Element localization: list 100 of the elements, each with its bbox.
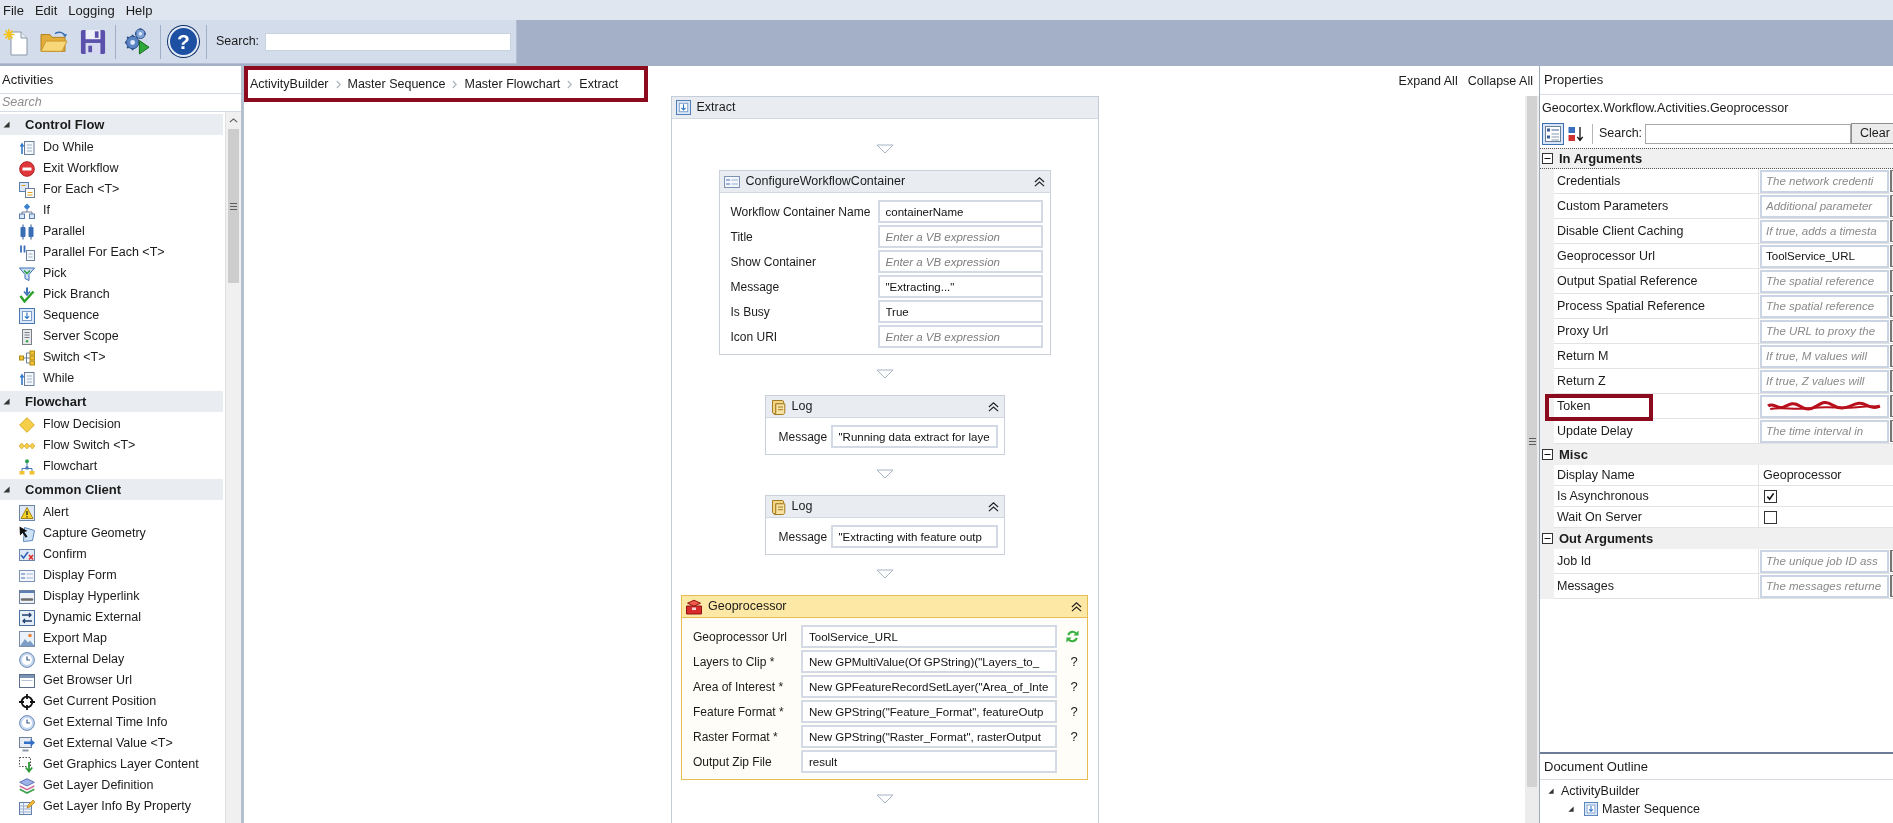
expression-field[interactable]: Enter a VB expression [877, 225, 1043, 248]
activity-item[interactable]: Flow Decision [0, 414, 225, 435]
property-value-field[interactable]: Additional parameter [1760, 194, 1889, 218]
activity-item[interactable]: Exit Workflow [0, 158, 225, 179]
activity-item[interactable]: Confirm [0, 544, 225, 565]
menu-item[interactable]: Logging [68, 3, 115, 17]
activity-item[interactable]: Parallel For Each <T> [0, 242, 225, 263]
activity-card[interactable]: ConfigureWorkflowContainer Workflow Container Name containerName Title Enter a VB expression Show Container Enter a VB expression Message "Extracting..." Is Busy True Icon URI Enter a VB expression [718, 170, 1051, 355]
property-value-field[interactable]: The URL to proxy the [1760, 319, 1889, 343]
category-header[interactable]: Control Flow [0, 114, 223, 135]
value-button[interactable] [1890, 370, 1893, 392]
menu-item[interactable]: Help [125, 3, 153, 17]
value-button[interactable] [1890, 295, 1893, 317]
collapse-icon[interactable] [987, 401, 999, 412]
activity-item[interactable]: If [0, 200, 225, 221]
value-button[interactable] [1890, 220, 1893, 242]
value-button[interactable] [1890, 575, 1893, 597]
activity-item[interactable]: Alert [0, 502, 225, 523]
property-value-field[interactable]: The network credenti [1760, 169, 1889, 193]
category-header[interactable]: Misc [1540, 444, 1893, 465]
expression-field[interactable]: "Extracting with feature outp [830, 525, 998, 548]
expression-field[interactable]: "Extracting..." [877, 275, 1043, 298]
save-icon[interactable] [80, 28, 106, 55]
activity-item[interactable]: While [0, 368, 225, 389]
scrollbar-thumb[interactable] [1527, 96, 1537, 787]
value-button[interactable] [1890, 550, 1893, 572]
collapse-icon[interactable] [1033, 176, 1045, 187]
property-value-field[interactable]: The messages returne [1760, 574, 1889, 598]
expression-field[interactable]: result [801, 750, 1057, 773]
activity-item[interactable]: Get Current Position [0, 691, 225, 712]
property-value-field[interactable]: The unique job ID ass [1760, 549, 1889, 573]
value-button[interactable] [1890, 195, 1893, 217]
property-value-field[interactable]: If true, adds a timesta [1760, 219, 1889, 243]
expand-triangle-icon[interactable] [1568, 806, 1574, 812]
gears-run-icon[interactable] [123, 28, 150, 55]
activity-item[interactable]: Get Browser Url [0, 670, 225, 691]
designer-action-button[interactable]: Expand All [1398, 75, 1458, 88]
menu-item[interactable]: Edit [34, 3, 58, 17]
activity-item[interactable]: Switch <T> [0, 347, 225, 368]
collapse-icon[interactable] [987, 501, 999, 512]
activity-item[interactable]: Get Layer Definition [0, 775, 225, 796]
checkbox[interactable] [1764, 510, 1777, 524]
property-value-field[interactable]: If true, M values will [1760, 344, 1889, 368]
search-field[interactable] [265, 32, 512, 51]
refresh-icon[interactable] [1065, 629, 1079, 644]
value-button[interactable] [1890, 420, 1893, 442]
clear-button[interactable]: Clear [1851, 123, 1893, 144]
activity-item[interactable]: Get Layer Info By Property [0, 796, 225, 817]
activity-item[interactable]: Export Map [0, 628, 225, 649]
checkbox[interactable] [1764, 489, 1777, 503]
activity-item[interactable]: Flow Switch <T> [0, 435, 225, 456]
breadcrumb-link[interactable]: Extract [579, 77, 619, 91]
category-header[interactable]: Flowchart [0, 391, 223, 412]
search-field[interactable] [1645, 123, 1851, 144]
property-value-field[interactable]: If true, Z values will [1760, 369, 1889, 393]
activity-item[interactable]: External Delay [0, 649, 225, 670]
expression-field[interactable]: Enter a VB expression [877, 325, 1043, 348]
activity-item[interactable]: Get External Time Info [0, 712, 225, 733]
activity-item[interactable]: Get Graphics Layer Content [0, 754, 225, 775]
expand-triangle-icon[interactable] [3, 121, 10, 128]
expression-field[interactable]: New GPMultiValue(Of GPString)("Layers_to_ [801, 650, 1057, 673]
category-header[interactable]: Common Client [0, 479, 223, 500]
menu-item[interactable]: File [3, 3, 24, 17]
activity-item[interactable]: Pick [0, 263, 225, 284]
expression-field[interactable]: True [877, 300, 1043, 323]
activity-item[interactable]: Pick Branch [0, 284, 225, 305]
collapse-icon[interactable] [1071, 601, 1082, 612]
value-button[interactable] [1890, 320, 1893, 342]
expand-triangle-icon[interactable] [1548, 788, 1554, 794]
breadcrumb-link[interactable]: Master Sequence [347, 77, 446, 91]
value-button[interactable] [1890, 395, 1893, 417]
scrollbar-thumb[interactable] [228, 129, 239, 283]
expand-triangle-icon[interactable] [3, 398, 10, 405]
search-field[interactable]: Search [0, 94, 241, 112]
property-value-field[interactable]: The spatial reference [1760, 294, 1889, 318]
expression-field[interactable]: New GPFeatureRecordSetLayer("Area_of_Inte [801, 675, 1057, 698]
value-button[interactable] [1890, 270, 1893, 292]
tree-item[interactable]: ActivityBuilder [1540, 782, 1893, 800]
value-button[interactable] [1890, 170, 1893, 192]
expression-field[interactable]: Enter a VB expression [877, 250, 1043, 273]
expression-field[interactable]: New GPString("Feature_Format", featureOutp [801, 700, 1057, 723]
expand-triangle-icon[interactable] [3, 486, 10, 493]
activity-item[interactable]: Dynamic External [0, 607, 225, 628]
activity-item[interactable]: Parallel [0, 221, 225, 242]
activity-item[interactable]: Sequence [0, 305, 225, 326]
activity-item[interactable]: Server Scope [0, 326, 225, 347]
activity-item[interactable]: Do While [0, 137, 225, 158]
expression-field[interactable]: New GPString("Raster_Format", rasterOutput [801, 725, 1057, 748]
expression-field[interactable]: containerName [877, 200, 1043, 223]
breadcrumb-link[interactable]: ActivityBuilder [250, 77, 329, 91]
scroll-up-icon[interactable] [229, 118, 238, 123]
tree-item[interactable]: Master Sequence [1540, 800, 1893, 818]
activity-card[interactable] [681, 595, 1088, 780]
activity-item[interactable]: Display Hyperlink [0, 586, 225, 607]
property-value-field[interactable] [1760, 394, 1889, 418]
value-button[interactable] [1890, 345, 1893, 367]
expression-field[interactable]: "Running data extract for laye [830, 425, 998, 448]
help-button[interactable]: ? [168, 26, 199, 57]
view-mode-button[interactable] [1542, 122, 1564, 145]
collapse-box-icon[interactable] [1542, 153, 1553, 164]
